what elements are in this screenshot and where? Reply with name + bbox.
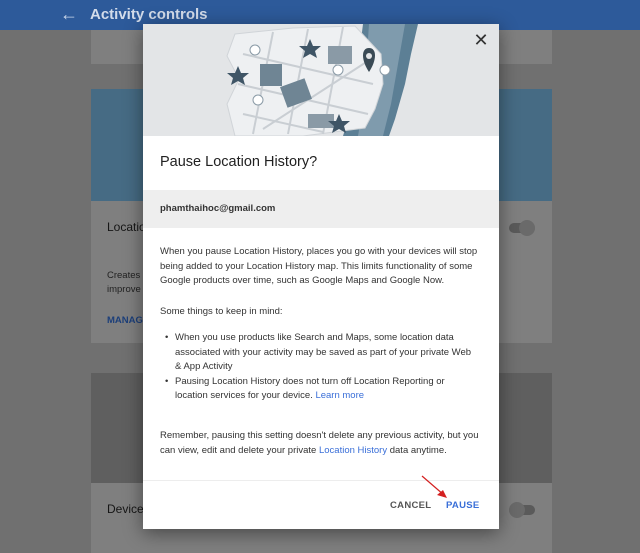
arrow-back-icon[interactable]: ← [60, 4, 78, 25]
description-line: Creates [107, 270, 141, 281]
account-email: phamthaihoc@gmail.com [160, 203, 276, 214]
manage-activity-link[interactable]: MANAG [107, 315, 143, 326]
list-item-text: When you use products like Search and Ma… [175, 332, 472, 372]
list-item: Pausing Location History does not turn o… [160, 375, 480, 404]
list-item: When you use products like Search and Ma… [160, 331, 480, 375]
location-history-link[interactable]: Location History [319, 445, 387, 456]
device-info-toggle[interactable] [509, 502, 535, 518]
description-line: improve [107, 284, 141, 295]
pause-explanation: When you pause Location History, places … [160, 246, 478, 286]
list-item-text: Pausing Location History does not turn o… [175, 375, 445, 402]
device-info-label: Device [107, 502, 144, 516]
account-banner: phamthaihoc@gmail.com [143, 190, 499, 228]
page-title: Activity controls [90, 6, 208, 23]
pause-button[interactable]: PAUSE [446, 500, 480, 511]
pause-location-dialog: ✕ Pause Location History? phamthaihoc@gm… [143, 24, 499, 529]
close-icon[interactable]: ✕ [471, 30, 491, 50]
location-history-label: Locatio [107, 220, 146, 234]
notes-list: When you use products like Search and Ma… [160, 331, 480, 404]
map-illustration-graphic [143, 24, 499, 136]
learn-more-link[interactable]: Learn more [315, 390, 364, 401]
dialog-title: Pause Location History? [160, 154, 318, 170]
keep-in-mind-heading: Some things to keep in mind: [160, 306, 283, 317]
reminder-text: Remember, pausing this setting doesn't d… [160, 429, 486, 458]
pointer-arrow-annotation [421, 475, 447, 498]
map-illustration [143, 24, 499, 136]
cancel-button[interactable]: CANCEL [390, 500, 431, 511]
location-history-toggle[interactable] [509, 220, 535, 236]
location-card-description: Creates improve [107, 269, 141, 297]
reminder-text-suffix: data anytime. [387, 444, 447, 456]
